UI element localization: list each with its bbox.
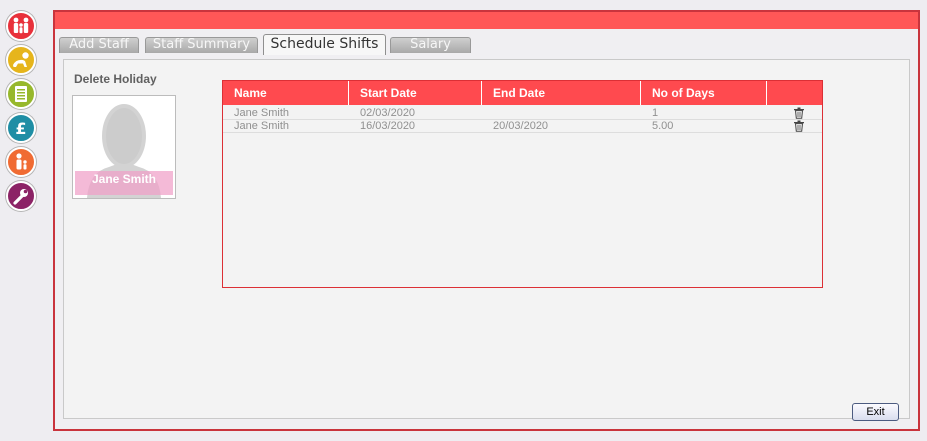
staff-person-icon[interactable] [6, 147, 36, 177]
cell-start-date: 02/03/2020 [360, 107, 416, 119]
tab-schedule-shifts[interactable]: Schedule Shifts [263, 34, 386, 55]
baby-crawl-icon[interactable] [6, 45, 36, 75]
cell-end-date [482, 107, 493, 119]
column-header-name: Name [223, 81, 349, 105]
family-icon[interactable] [6, 11, 36, 41]
trash-icon[interactable] [793, 120, 805, 132]
frame-header-bar [55, 12, 918, 29]
holiday-table: Name Start Date End Date No of Days Jane… [222, 80, 823, 288]
tab-salary[interactable]: Salary [390, 37, 471, 53]
staff-person-glyph [16, 153, 27, 170]
table-row[interactable]: Jane Smith 16/03/2020 20/03/2020 5.00 [223, 120, 822, 133]
table-header: Name Start Date End Date No of Days [223, 81, 822, 105]
panel-title: Delete Holiday [74, 72, 157, 86]
column-header-end-date: End Date [482, 81, 641, 105]
family-glyph [13, 17, 29, 34]
sidebar: £ [0, 0, 44, 441]
wrench-glyph [13, 189, 28, 205]
wrench-icon[interactable] [6, 181, 36, 211]
cell-name: Jane Smith [234, 107, 290, 119]
trash-icon[interactable] [793, 107, 805, 119]
staff-photo: Jane Smith [72, 95, 176, 199]
tab-add-staff[interactable]: Add Staff [59, 37, 139, 53]
main-frame: Add Staff Staff Summary Schedule Shifts … [53, 10, 920, 431]
column-header-actions [767, 81, 822, 105]
register-list-glyph [15, 86, 27, 102]
register-list-icon[interactable] [6, 79, 36, 109]
tab-staff-summary[interactable]: Staff Summary [145, 37, 258, 53]
cell-no-of-days: 1 [652, 107, 659, 119]
cell-end-date: 20/03/2020 [493, 120, 549, 132]
cell-no-of-days: 5.00 [652, 120, 674, 132]
content-panel: Delete Holiday Jane Smith Name Start Dat… [63, 59, 910, 419]
cell-name: Jane Smith [234, 120, 290, 132]
cell-start-date: 16/03/2020 [360, 120, 416, 132]
svg-text:£: £ [15, 119, 26, 138]
column-header-start-date: Start Date [349, 81, 482, 105]
baby-crawl-glyph [13, 52, 29, 67]
pound-glyph: £ [15, 119, 26, 138]
column-header-no-of-days: No of Days [641, 81, 767, 105]
table-row[interactable]: Jane Smith 02/03/2020 1 [223, 107, 822, 120]
staff-name-label: Jane Smith [75, 171, 173, 195]
exit-button[interactable]: Exit [852, 403, 899, 421]
pound-icon[interactable]: £ [6, 113, 36, 143]
